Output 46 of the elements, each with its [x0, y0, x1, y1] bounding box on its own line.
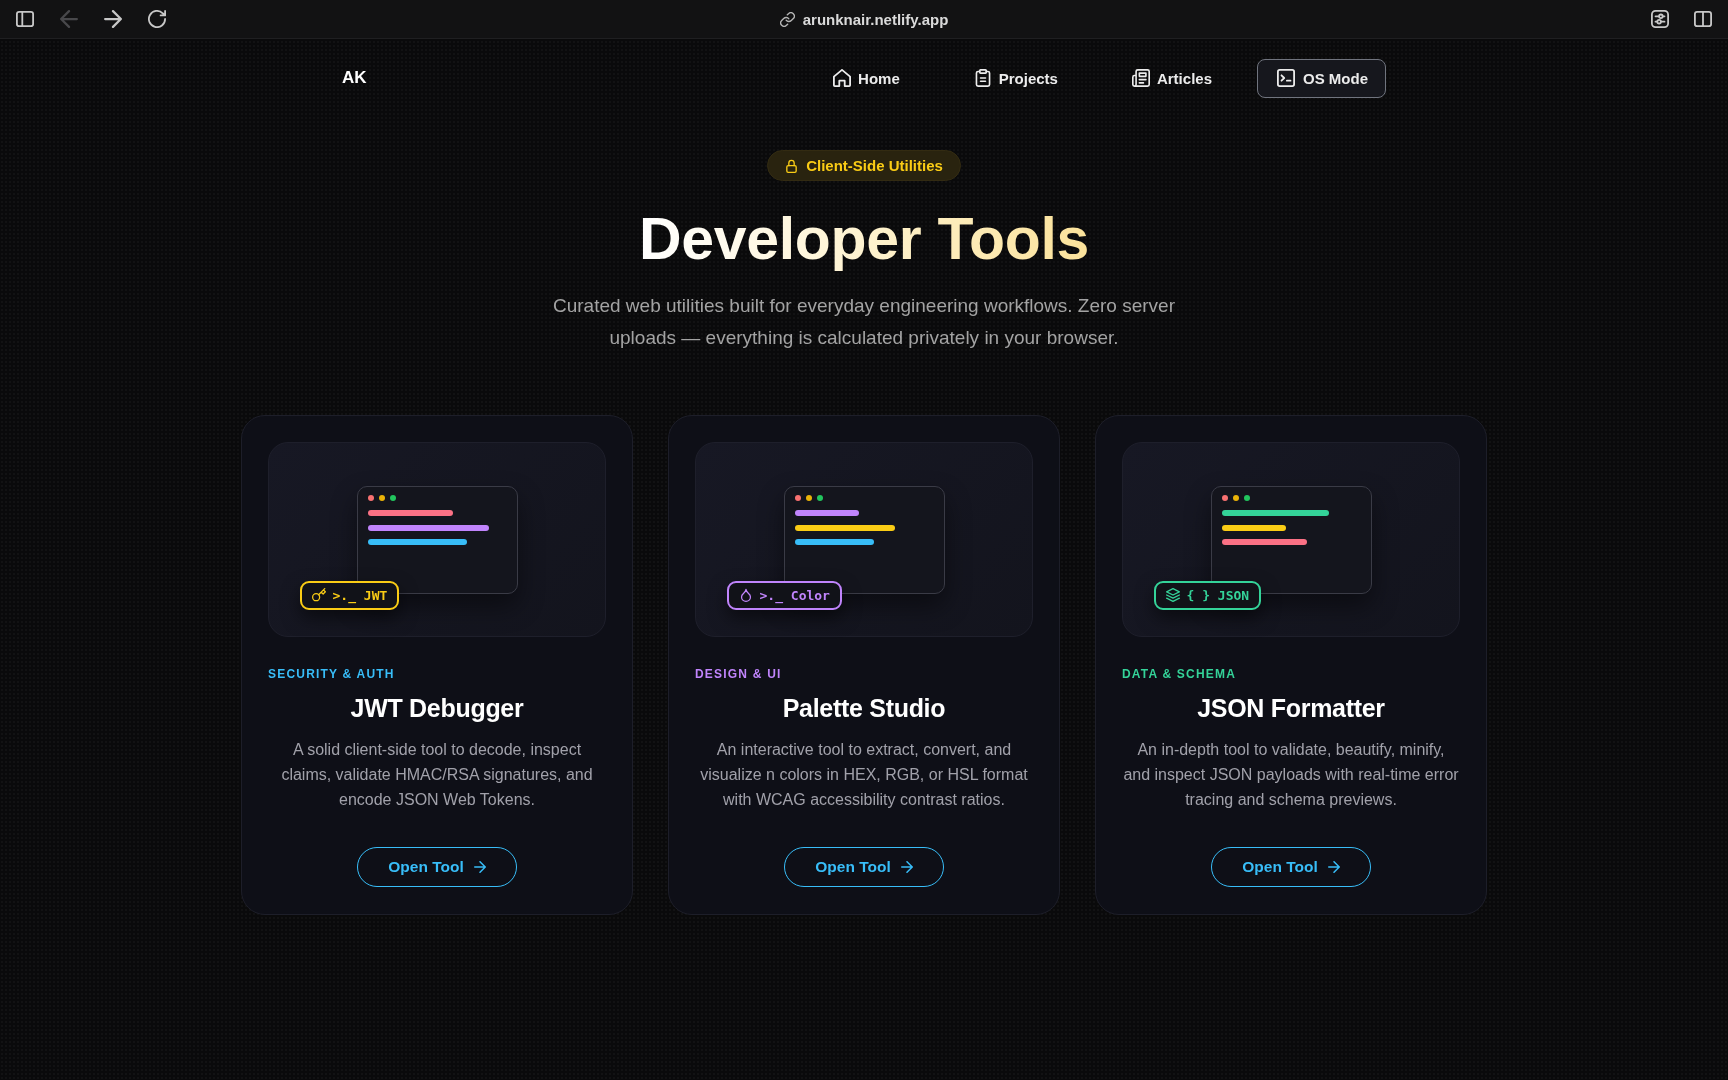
- nav-link[interactable]: Articles: [1115, 61, 1228, 95]
- reload-icon[interactable]: [148, 10, 166, 28]
- clipboard-icon: [973, 69, 992, 87]
- tag-label: >._ Color: [759, 587, 830, 603]
- window-dot-icon: [816, 495, 823, 501]
- split-view-icon[interactable]: [1694, 10, 1712, 28]
- os-mode-button[interactable]: OS Mode: [1257, 58, 1386, 98]
- tag-label: { } JSON: [1186, 587, 1250, 603]
- category-label: SECURITY & AUTH: [268, 667, 396, 682]
- category-label: DESIGN & UI: [695, 667, 783, 682]
- address-text[interactable]: arunknair.netlify.app: [802, 10, 949, 28]
- window-dot-icon: [1221, 495, 1228, 501]
- forward-arrow-icon[interactable]: [104, 10, 122, 28]
- layers-icon: [1165, 588, 1180, 602]
- window-dot-icon: [1243, 495, 1250, 501]
- arrow-right-icon: [900, 861, 913, 873]
- link-icon: [779, 11, 795, 27]
- logo-text[interactable]: AK: [342, 68, 367, 88]
- card-description: A solid client-side tool to decode, inspect claims, validate HMAC/RSA signatures, and encode JSON Web Tokens.: [280, 740, 594, 810]
- card-title: JWT Debugger: [350, 693, 524, 723]
- arrow-right-icon: [473, 861, 486, 873]
- card-description: An in-depth tool to validate, beautify, minify, and inspect JSON payloads with real-time error tracing and schema previews.: [1122, 740, 1460, 810]
- lock-icon: [785, 158, 799, 173]
- window-dot-icon: [805, 495, 812, 501]
- arrow-right-icon: [1327, 861, 1340, 873]
- card-description: An interactive tool to extract, convert, and visualize n colors in HEX, RGB, or HSL format with WCAG accessibility contrast ratios.: [699, 740, 1029, 810]
- page-subtitle: Curated web utilities built for everyday engineering workflows. Zero server uploads — everything is calculated privately in your browser.: [552, 294, 1176, 350]
- newspaper-icon: [1131, 69, 1150, 87]
- house-icon: [833, 69, 852, 87]
- window-dot-icon: [367, 495, 374, 501]
- tag-label: >._ JWT: [332, 587, 388, 603]
- window-dot-icon: [378, 495, 385, 501]
- key-icon: [311, 588, 326, 602]
- sidebar-toggle-icon[interactable]: [16, 10, 34, 28]
- card-title: Palette Studio: [782, 693, 946, 723]
- card-title: JSON Formatter: [1197, 693, 1385, 723]
- droplet-icon: [738, 588, 753, 602]
- window-dot-icon: [794, 495, 801, 501]
- category-label: DATA & SCHEMA: [1122, 667, 1238, 682]
- window-dot-icon: [389, 495, 396, 501]
- badge-text: Client-Side Utilities: [806, 157, 943, 174]
- window-dot-icon: [1232, 495, 1239, 501]
- nav-link[interactable]: Projects: [957, 61, 1074, 95]
- sliders-icon[interactable]: [1651, 10, 1669, 28]
- nav-link[interactable]: Home: [817, 61, 916, 95]
- terminal-icon: [1277, 69, 1295, 87]
